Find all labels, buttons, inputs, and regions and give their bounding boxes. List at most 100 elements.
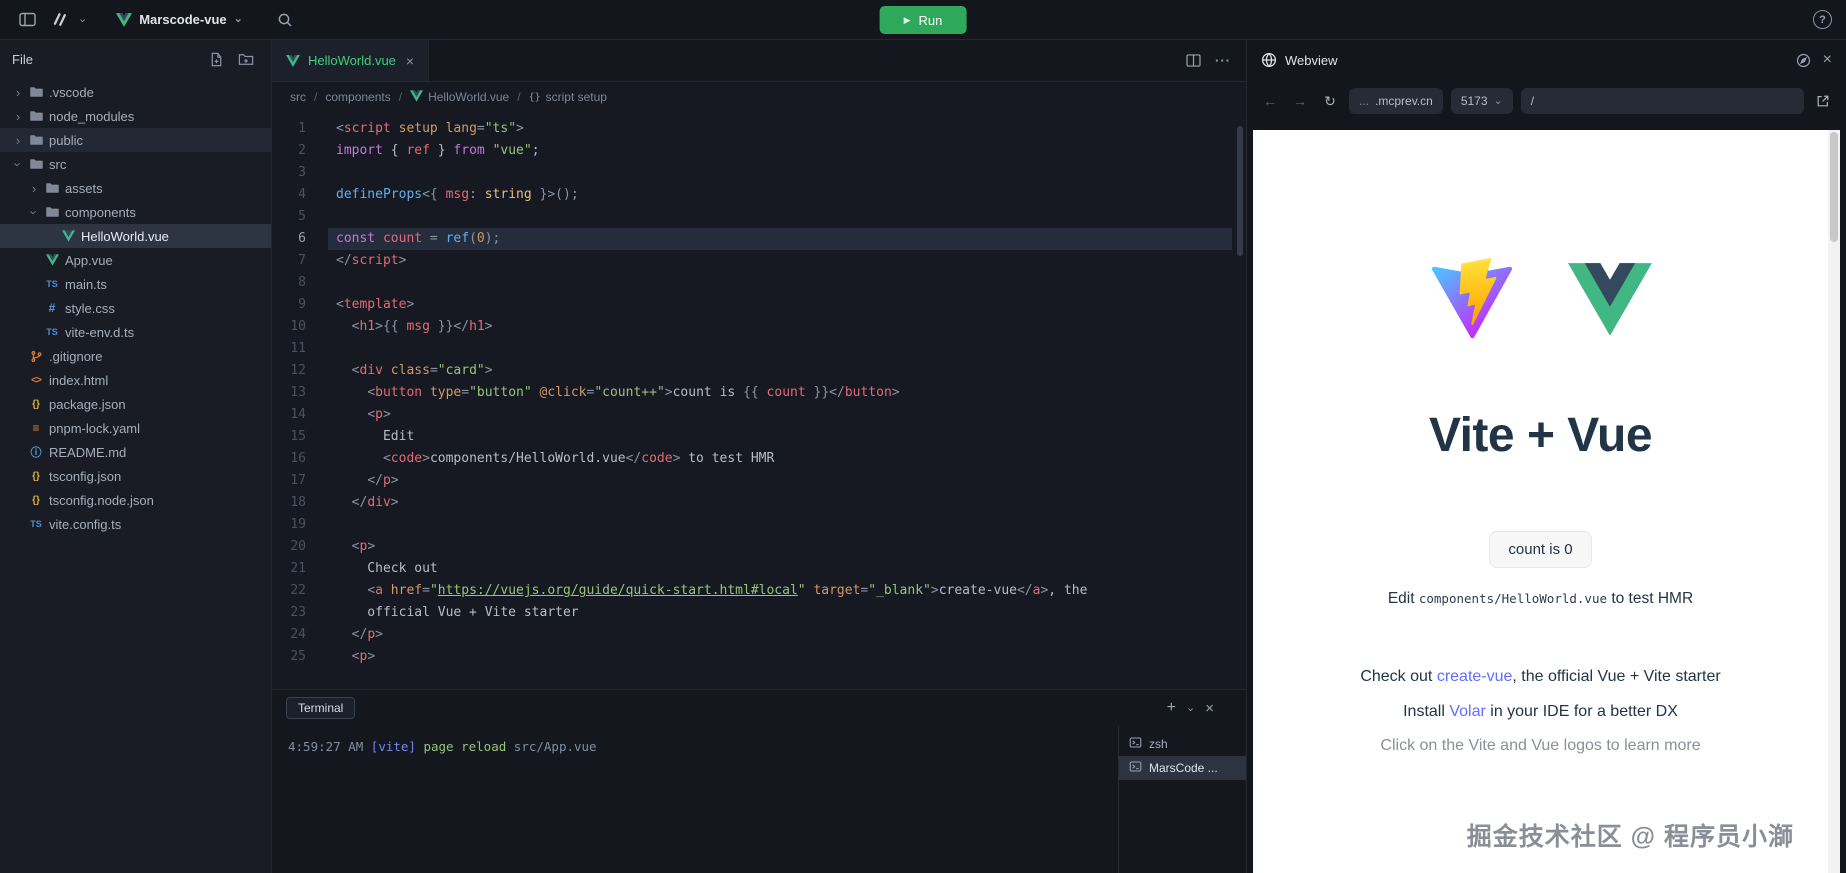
line-number: 3 bbox=[298, 165, 306, 180]
code-line-9[interactable]: 9 <template> bbox=[272, 294, 1246, 316]
breadcrumb-item-helloworld-vue[interactable]: HelloWorld.vue bbox=[410, 89, 509, 105]
code-line-19[interactable]: 19 bbox=[272, 514, 1246, 536]
host-pill[interactable]: ... .mcprev.cn bbox=[1349, 88, 1443, 114]
folder-icon bbox=[26, 157, 46, 171]
terminal-tab[interactable]: Terminal bbox=[286, 697, 356, 719]
tree-item-helloworld-vue[interactable]: HelloWorld.vue bbox=[0, 224, 271, 248]
code-line-7[interactable]: 7 </script> bbox=[272, 250, 1246, 272]
vue-logo[interactable] bbox=[1567, 256, 1653, 342]
tab-helloworld-vue[interactable]: HelloWorld.vue × bbox=[272, 40, 430, 81]
tree-item-src[interactable]: › src bbox=[0, 152, 271, 176]
code-line-2[interactable]: 2 import { ref } from "vue"; bbox=[272, 140, 1246, 162]
code-line-24[interactable]: 24 </p> bbox=[272, 624, 1246, 646]
chevron-right-icon[interactable]: › bbox=[26, 181, 42, 196]
tree-item-vite-env-d-ts[interactable]: TS vite-env.d.ts bbox=[0, 320, 271, 344]
code-line-18[interactable]: 18 </div> bbox=[272, 492, 1246, 514]
project-switcher[interactable]: Marscode-vue ⌄ bbox=[107, 8, 252, 31]
tree-item-readme-md[interactable]: ⓘ README.md bbox=[0, 440, 271, 464]
code-line-6[interactable]: 6 const count = ref(0); bbox=[272, 228, 1246, 250]
code-line-10[interactable]: 10 <h1>{{ msg }}</h1> bbox=[272, 316, 1246, 338]
tree-item-vscode[interactable]: › .vscode bbox=[0, 80, 271, 104]
session-label: MarsCode ... bbox=[1149, 761, 1218, 775]
chevron-down-icon[interactable]: › bbox=[27, 204, 42, 220]
open-external-icon[interactable] bbox=[1812, 90, 1834, 112]
vue-file-icon bbox=[58, 230, 78, 242]
volar-link[interactable]: Volar bbox=[1449, 703, 1485, 720]
help-icon[interactable]: ? bbox=[1813, 10, 1832, 29]
close-terminal-icon[interactable]: × bbox=[1205, 701, 1214, 716]
refresh-icon[interactable]: ↻ bbox=[1319, 90, 1341, 112]
new-terminal-icon[interactable]: + bbox=[1167, 700, 1176, 716]
code-line-1[interactable]: 1 <script setup lang="ts"> bbox=[272, 118, 1246, 140]
inspect-icon[interactable] bbox=[1796, 53, 1811, 68]
forward-icon[interactable]: → bbox=[1289, 90, 1311, 112]
tree-item-index-html[interactable]: <> index.html bbox=[0, 368, 271, 392]
chevron-right-icon[interactable]: › bbox=[10, 133, 26, 148]
run-button[interactable]: ▶ Run bbox=[879, 6, 967, 34]
code-line-12[interactable]: 12 <div class="card"> bbox=[272, 360, 1246, 382]
code-line-11[interactable]: 11 bbox=[272, 338, 1246, 360]
split-editor-icon[interactable] bbox=[1180, 48, 1206, 74]
terminal-session-zsh[interactable]: zsh bbox=[1119, 732, 1246, 756]
port-selector[interactable]: 5173 ⌄ bbox=[1450, 88, 1513, 114]
sidebar-toggle-icon[interactable] bbox=[14, 7, 40, 33]
tree-item-public[interactable]: › public bbox=[0, 128, 271, 152]
tree-item-style-css[interactable]: # style.css bbox=[0, 296, 271, 320]
breadcrumb-item-components[interactable]: components bbox=[325, 90, 390, 104]
tree-item-gitignore[interactable]: .gitignore bbox=[0, 344, 271, 368]
code-line-22[interactable]: 22 <a href="https://vuejs.org/guide/quic… bbox=[272, 580, 1246, 602]
tree-item-pnpm-lock-yaml[interactable]: ≡ pnpm-lock.yaml bbox=[0, 416, 271, 440]
scrollbar-thumb[interactable] bbox=[1830, 132, 1838, 242]
tree-item-tsconfig-json[interactable]: {} tsconfig.json bbox=[0, 464, 271, 488]
code-editor[interactable]: 1 <script setup lang="ts"> 2 import { ref }… bbox=[272, 112, 1246, 689]
tree-item-vite-config-ts[interactable]: TS vite.config.ts bbox=[0, 512, 271, 536]
tree-item-package-json[interactable]: {} package.json bbox=[0, 392, 271, 416]
search-icon[interactable] bbox=[272, 7, 298, 33]
new-file-icon[interactable] bbox=[203, 46, 229, 72]
terminal-dropdown-icon[interactable]: ⌄ bbox=[1186, 702, 1195, 714]
code-line-5[interactable]: 5 bbox=[272, 206, 1246, 228]
count-button[interactable]: count is 0 bbox=[1489, 531, 1592, 568]
code-line-17[interactable]: 17 </p> bbox=[272, 470, 1246, 492]
html-icon: <> bbox=[31, 374, 42, 386]
code-line-23[interactable]: 23 official Vue + Vite starter bbox=[272, 602, 1246, 624]
close-tab-icon[interactable]: × bbox=[406, 53, 414, 69]
back-icon[interactable]: ← bbox=[1259, 90, 1281, 112]
tree-item-node-modules[interactable]: › node_modules bbox=[0, 104, 271, 128]
chevron-right-icon[interactable]: › bbox=[10, 85, 26, 100]
more-actions-icon[interactable]: ··· bbox=[1210, 48, 1236, 74]
tree-item-app-vue[interactable]: App.vue bbox=[0, 248, 271, 272]
tree-item-main-ts[interactable]: TS main.ts bbox=[0, 272, 271, 296]
code-line-20[interactable]: 20 <p> bbox=[272, 536, 1246, 558]
terminal-session-marscode[interactable]: MarsCode ... bbox=[1119, 756, 1246, 780]
tree-item-assets[interactable]: › assets bbox=[0, 176, 271, 200]
chevron-down-icon[interactable]: ⌄ bbox=[78, 14, 87, 25]
code-line-14[interactable]: 14 <p> bbox=[272, 404, 1246, 426]
code-line-13[interactable]: 13 <button type="button" @click="count++… bbox=[272, 382, 1246, 404]
webview-scrollbar[interactable] bbox=[1828, 130, 1840, 873]
code-line-3[interactable]: 3 bbox=[272, 162, 1246, 184]
code-line-15[interactable]: 15 Edit bbox=[272, 426, 1246, 448]
new-folder-icon[interactable] bbox=[233, 46, 259, 72]
chevron-down-icon[interactable]: › bbox=[11, 156, 26, 172]
code-line-21[interactable]: 21 Check out bbox=[272, 558, 1246, 580]
code-line-8[interactable]: 8 bbox=[272, 272, 1246, 294]
marscode-logo-icon[interactable] bbox=[46, 7, 72, 33]
vite-logo[interactable] bbox=[1429, 256, 1515, 342]
close-webview-icon[interactable]: × bbox=[1823, 51, 1832, 69]
tree-item-label: vite.config.ts bbox=[49, 516, 122, 532]
terminal-output[interactable]: 4:59:27 AM [vite] page reload src/App.vu… bbox=[272, 726, 1118, 873]
breadcrumb-item-src[interactable]: src bbox=[290, 90, 306, 104]
tree-item-components[interactable]: › components bbox=[0, 200, 271, 224]
chevron-right-icon[interactable]: › bbox=[10, 109, 26, 124]
editor-scrollbar[interactable] bbox=[1237, 126, 1243, 256]
breadcrumb-item-script-setup[interactable]: {} script setup bbox=[529, 90, 607, 104]
code-text: import { ref } from "vue"; bbox=[336, 143, 540, 158]
code-line-16[interactable]: 16 <code>components/HelloWorld.vue</code… bbox=[272, 448, 1246, 470]
path-input[interactable]: / bbox=[1520, 88, 1804, 114]
code-line-4[interactable]: 4 defineProps<{ msg: string }>(); bbox=[272, 184, 1246, 206]
create-vue-link[interactable]: create-vue bbox=[1437, 668, 1513, 685]
breadcrumb: src / components / HelloWorld.vue / {} script s… bbox=[272, 82, 1246, 112]
code-line-25[interactable]: 25 <p> bbox=[272, 646, 1246, 668]
tree-item-tsconfig-node-json[interactable]: {} tsconfig.node.json bbox=[0, 488, 271, 512]
